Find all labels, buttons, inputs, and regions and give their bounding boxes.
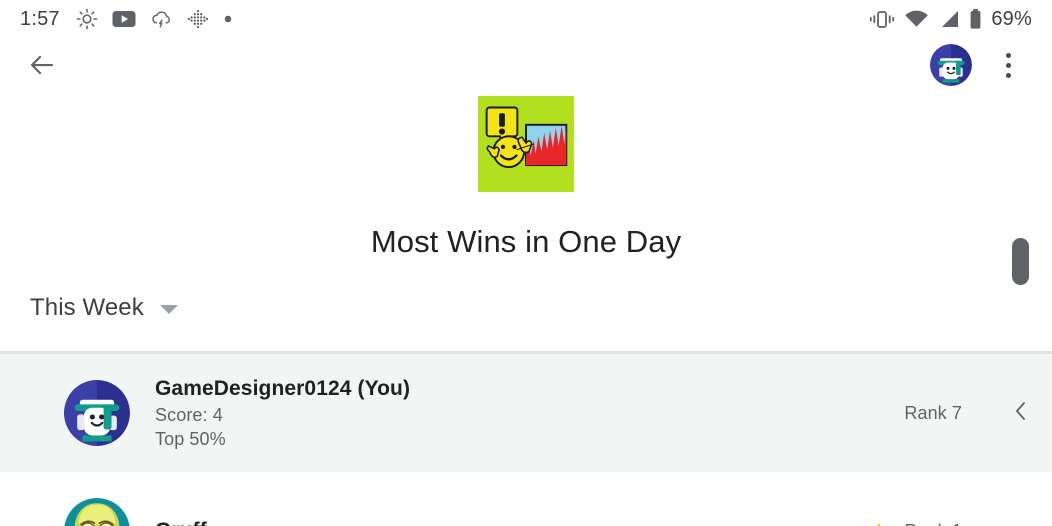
more-vert-icon-dot — [1005, 62, 1011, 68]
battery-percent: 69% — [991, 7, 1032, 30]
page-title: Most Wins in One Day — [370, 224, 682, 259]
creature-avatar — [64, 498, 130, 526]
player-info: Gruff; — [155, 517, 214, 526]
chevron-left-icon — [1016, 402, 1025, 420]
robot-avatar — [930, 44, 972, 86]
back-gesture-chevron[interactable] — [1008, 396, 1034, 426]
dots-pattern-icon — [187, 9, 208, 29]
status-bar-right: 69% — [869, 8, 1038, 31]
timeframe-filter-label: This Week — [30, 294, 144, 321]
brightness-icon — [76, 8, 98, 30]
player-score: Score: 4 — [155, 405, 223, 425]
status-bar-left: 1:57 — [14, 8, 233, 31]
player-name: Gruff; — [155, 517, 214, 526]
status-clock: 1:57 — [20, 7, 60, 30]
avatar — [64, 498, 130, 526]
dot-icon — [224, 15, 232, 23]
youtube-icon — [112, 11, 136, 27]
player-rank: Rank 1 — [866, 521, 1018, 526]
rank-label: Rank 7 — [904, 402, 962, 423]
wifi-icon — [905, 10, 929, 27]
player-rank: Rank 7 — [904, 403, 1018, 424]
player-info: GameDesigner0124 (You) Score: 4 Top 50% — [155, 375, 410, 451]
battery-icon — [970, 9, 981, 29]
timeframe-filter-dropdown[interactable]: This Week — [30, 294, 178, 322]
scrollbar-thumb[interactable] — [1012, 238, 1029, 285]
back-button[interactable] — [22, 45, 62, 85]
chevron-down-icon — [159, 305, 178, 314]
table-row[interactable]: Gruff; Rank 1 — [0, 472, 1052, 526]
app-bar — [0, 38, 1052, 92]
table-row[interactable]: GameDesigner0124 (You) Score: 4 Top 50% … — [0, 354, 1052, 472]
signal-icon — [942, 11, 959, 27]
app-bar-actions — [930, 44, 1034, 86]
crown-icon — [877, 523, 882, 526]
vibrate-icon — [870, 11, 895, 28]
robot-avatar — [64, 380, 130, 446]
more-vert-icon-dot — [1005, 72, 1011, 78]
status-bar: 1:57 69% — [0, 0, 1052, 38]
achievement-badge-smiley-chart — [478, 96, 574, 192]
achievement-badge-container — [0, 96, 1052, 192]
more-options-button[interactable] — [992, 45, 1024, 85]
cloud-rain-icon — [151, 11, 170, 28]
rank-label: Rank 1 — [904, 521, 962, 526]
player-name: GameDesigner0124 (You) — [155, 377, 411, 400]
avatar[interactable] — [930, 44, 972, 86]
player-percentile: Top 50% — [155, 429, 226, 449]
avatar — [64, 380, 130, 446]
more-vert-icon-dot — [1005, 52, 1011, 58]
arrow-back-icon — [30, 55, 54, 75]
app-screen: 1:57 69% Most Wins in One Day This Week … — [0, 0, 1052, 526]
